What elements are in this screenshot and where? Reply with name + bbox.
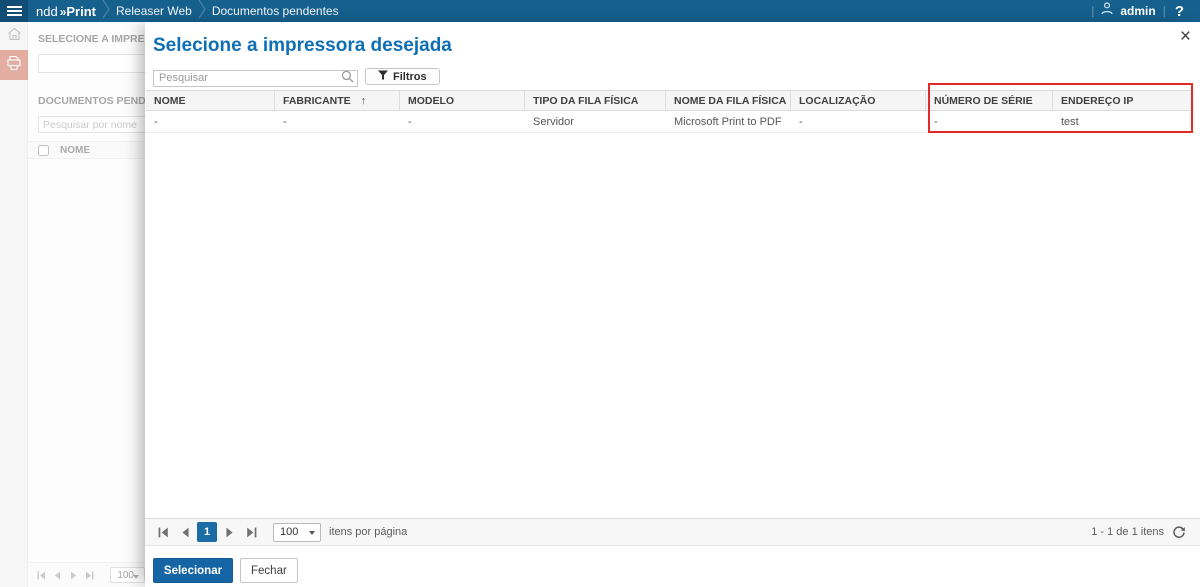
printer-table-header: NOME FABRICANTE ↑ MODELO TIPO DA FILA FÍS… bbox=[146, 90, 1194, 111]
pager-range-label: 1 - 1 de 1 itens bbox=[1091, 526, 1164, 538]
sidebar-pagination: 100 bbox=[28, 562, 145, 587]
column-header-numero-de-serie[interactable]: NÚMERO DE SÉRIE bbox=[926, 91, 1053, 110]
printer-table: NOME FABRICANTE ↑ MODELO TIPO DA FILA FÍS… bbox=[146, 90, 1194, 133]
sidebar-item-pending-documents[interactable] bbox=[0, 50, 28, 80]
modal-pagination: 1 100 itens por página 1 - 1 de 1 itens bbox=[145, 518, 1200, 546]
column-header-fabricante[interactable]: FABRICANTE ↑ bbox=[275, 91, 400, 110]
cell-localizacao: - bbox=[791, 111, 926, 133]
logo-prefix: ndd bbox=[36, 3, 58, 19]
close-icon[interactable]: × bbox=[1180, 27, 1191, 46]
breadcrumb-documentos-pendentes: Documentos pendentes bbox=[211, 4, 339, 18]
column-header-nome[interactable]: NOME bbox=[146, 91, 275, 110]
column-header-modelo[interactable]: MODELO bbox=[400, 91, 525, 110]
app-logo: ndd » Print bbox=[36, 4, 96, 19]
last-page-icon[interactable] bbox=[84, 568, 94, 582]
documents-column-nome[interactable]: NOME bbox=[60, 145, 90, 156]
cell-endereco-ip: test bbox=[1053, 111, 1194, 133]
cell-nome-da-fila-fisica: Microsoft Print to PDF bbox=[666, 111, 791, 133]
logo-mark: » bbox=[59, 4, 67, 19]
home-icon bbox=[7, 27, 22, 46]
modal-footer: Selecionar Fechar bbox=[153, 558, 298, 583]
logo-name: Print bbox=[66, 3, 97, 19]
column-header-localizacao[interactable]: LOCALIZAÇÃO bbox=[791, 91, 926, 110]
sidebar: SELECIONE A IMPRESSO DOCUMENTOS PENDENT … bbox=[0, 22, 145, 587]
filters-button[interactable]: Filtros bbox=[365, 68, 440, 85]
app-root: ndd » Print Releaser Web Documentos pend… bbox=[0, 0, 1200, 587]
search-icon bbox=[341, 70, 354, 88]
user-icon bbox=[1101, 2, 1113, 20]
column-header-endereco-ip[interactable]: ENDEREÇO IP bbox=[1053, 91, 1194, 110]
cell-fabricante: - bbox=[275, 111, 400, 133]
topbar: ndd » Print Releaser Web Documentos pend… bbox=[0, 0, 1200, 22]
breadcrumb-chevron-icon bbox=[102, 0, 110, 24]
prev-page-icon[interactable] bbox=[53, 568, 63, 582]
menu-icon[interactable] bbox=[0, 0, 28, 22]
sidebar-page-size-value: 100 bbox=[117, 569, 134, 581]
cell-nome: - bbox=[146, 111, 275, 133]
breadcrumb-chevron-icon bbox=[198, 0, 206, 24]
sort-asc-icon: ↑ bbox=[360, 94, 367, 107]
page-size-select[interactable]: 100 bbox=[273, 522, 321, 542]
prev-page-icon[interactable] bbox=[175, 522, 195, 542]
document-search-input[interactable] bbox=[38, 116, 145, 133]
close-button[interactable]: Fechar bbox=[240, 558, 298, 583]
printer-filter-input[interactable] bbox=[38, 54, 145, 73]
chevron-down-icon bbox=[309, 530, 315, 535]
pager-right: 1 - 1 de 1 itens bbox=[1091, 525, 1186, 539]
documents-table-header: NOME bbox=[28, 141, 145, 159]
sidebar-panel-title: SELECIONE A IMPRESSO bbox=[38, 33, 145, 45]
table-row[interactable]: - - - Servidor Microsoft Print to PDF - … bbox=[146, 111, 1194, 133]
sidebar-page-size-select[interactable]: 100 bbox=[110, 567, 145, 583]
first-page-icon[interactable] bbox=[37, 568, 47, 582]
pending-documents-title: DOCUMENTOS PENDENT bbox=[38, 95, 145, 107]
help-button[interactable]: ? bbox=[1173, 3, 1186, 20]
chevron-down-icon bbox=[133, 575, 139, 579]
cell-numero-de-serie: - bbox=[926, 111, 1053, 133]
user-menu[interactable]: admin bbox=[1120, 4, 1155, 18]
separator: | bbox=[1091, 4, 1095, 18]
modal-title: Selecione a impressora desejada bbox=[153, 35, 452, 56]
sidebar-rail bbox=[0, 22, 28, 587]
column-header-tipo-da-fila-fisica[interactable]: TIPO DA FILA FÍSICA bbox=[525, 91, 666, 110]
printer-search-input[interactable] bbox=[153, 69, 358, 87]
next-page-icon[interactable] bbox=[219, 522, 239, 542]
items-per-page-label: itens por página bbox=[329, 526, 408, 538]
filters-button-label: Filtros bbox=[393, 70, 427, 83]
sidebar-item-home[interactable] bbox=[0, 22, 28, 50]
select-button[interactable]: Selecionar bbox=[153, 558, 233, 583]
page-1-button[interactable]: 1 bbox=[197, 522, 217, 542]
select-all-checkbox[interactable] bbox=[38, 144, 49, 156]
topbar-right: | admin | ? bbox=[1091, 2, 1200, 20]
filter-icon bbox=[378, 70, 388, 83]
page-size-value: 100 bbox=[280, 526, 299, 538]
modal-toolbar: Filtros bbox=[153, 68, 440, 88]
cell-tipo-da-fila-fisica: Servidor bbox=[525, 111, 666, 133]
first-page-icon[interactable] bbox=[153, 522, 173, 542]
printer-select-modal: × Selecione a impressora desejada Filtro… bbox=[145, 22, 1200, 587]
last-page-icon[interactable] bbox=[241, 522, 261, 542]
separator: | bbox=[1162, 4, 1166, 18]
column-header-nome-da-fila-fisica[interactable]: NOME DA FILA FÍSICA bbox=[666, 91, 791, 110]
print-release-icon bbox=[6, 55, 22, 76]
refresh-icon[interactable] bbox=[1172, 525, 1186, 539]
breadcrumb-releaser-web[interactable]: Releaser Web bbox=[116, 4, 192, 18]
next-page-icon[interactable] bbox=[69, 568, 79, 582]
sidebar-panel: SELECIONE A IMPRESSO DOCUMENTOS PENDENT … bbox=[28, 22, 145, 587]
cell-modelo: - bbox=[400, 111, 525, 133]
printer-search bbox=[153, 68, 358, 88]
